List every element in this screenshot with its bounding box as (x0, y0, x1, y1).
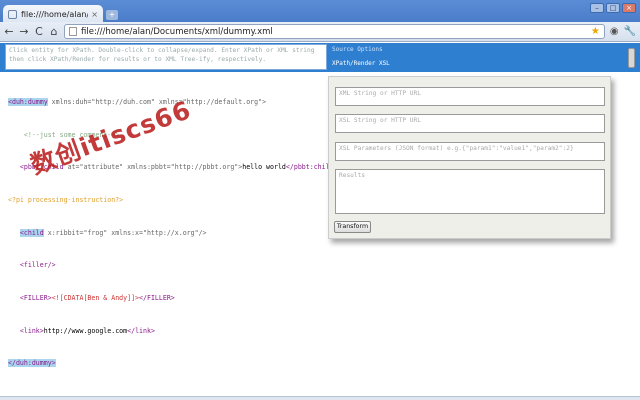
xsl-transform-panel: XML String or HTTP URL XSL String or HTT… (328, 76, 611, 239)
xpath-input[interactable]: Click entity for XPath. Double-click to … (5, 44, 327, 70)
xml-element-tag[interactable]: <filler/> (20, 261, 56, 269)
xml-tree-extension-bar: Click entity for XPath. Double-click to … (0, 43, 640, 72)
xml-processing-instruction[interactable]: <?pi processing-instruction?> (8, 196, 123, 204)
xml-attributes[interactable]: x:ribbit="frog" xmlns:x="http://x.org"/> (44, 229, 207, 237)
xml-element-tag[interactable]: <FILLER> (20, 294, 52, 302)
reload-icon[interactable]: C (34, 25, 44, 38)
maximize-icon[interactable]: □ (606, 3, 620, 13)
back-icon[interactable]: ← (4, 25, 14, 38)
page-favicon-icon (8, 9, 17, 19)
xml-line[interactable]: </duh:dummy> (8, 358, 338, 369)
xsl-source-input[interactable]: XSL String or HTTP URL (335, 114, 605, 133)
tab-close-icon[interactable]: × (91, 10, 98, 19)
url-text[interactable]: file:///home/alan/Documents/xml/dummy.xm… (81, 27, 591, 37)
window-close-icon[interactable]: × (622, 3, 636, 13)
xml-line[interactable]: <FILLER><![CDATA[Ben & Andy]]></FILLER> (8, 293, 338, 304)
xml-element-tag[interactable]: </FILLER> (139, 294, 175, 302)
xml-element-tag[interactable]: </link> (127, 327, 155, 335)
browser-tab[interactable]: file:///home/alan/Docum × (3, 5, 103, 23)
page-menu-icon[interactable]: ◉ (610, 26, 619, 37)
xml-cdata[interactable]: <![CDATA[Ben & Andy]]> (52, 294, 139, 302)
xml-text[interactable]: hello world (242, 163, 286, 171)
xml-element-tag[interactable]: <link> (20, 327, 44, 335)
window-bottom-edge (0, 396, 640, 400)
results-textarea[interactable]: Results (335, 169, 605, 214)
xml-text[interactable]: http://www.google.com (44, 327, 127, 335)
xml-element-tag[interactable]: </duh:dummy> (8, 359, 56, 368)
address-bar[interactable]: file:///home/alan/Documents/xml/dummy.xm… (64, 24, 605, 39)
browser-toolbar: ← → C ⌂ file:///home/alan/Documents/xml/… (0, 22, 640, 42)
xml-source-input[interactable]: XML String or HTTP URL (335, 87, 605, 106)
xml-line[interactable]: <?pi processing-instruction?> (8, 195, 338, 206)
bookmark-star-icon[interactable]: ★ (591, 26, 600, 37)
transform-button[interactable]: Transform (334, 221, 371, 233)
window-controls: – □ × (590, 3, 636, 13)
tab-title: file:///home/alan/Docum (21, 9, 88, 19)
new-tab-button[interactable]: + (106, 10, 118, 20)
minimize-icon[interactable]: – (590, 3, 604, 13)
xml-line[interactable]: <child x:ribbit="frog" xmlns:x="http://x… (8, 228, 338, 239)
xpath-render-xsl-link[interactable]: XPath/Render XSL (332, 60, 390, 67)
xml-element-tag[interactable]: <duh:dummy (8, 97, 48, 106)
source-options-link[interactable]: Source Options (332, 46, 383, 53)
wrench-icon[interactable]: 🔧 (624, 26, 636, 37)
xml-element-tag[interactable]: <child (19, 228, 44, 237)
extension-scrollbar[interactable] (628, 48, 635, 68)
xsl-parameters-input[interactable]: XSL Parameters (JSON format) e.g.{"param… (335, 142, 605, 161)
forward-icon[interactable]: → (19, 25, 29, 38)
xml-line[interactable]: <link>http://www.google.com</link> (8, 326, 338, 337)
page-icon (69, 27, 77, 36)
title-bar: file:///home/alan/Docum × + – □ × (0, 0, 640, 23)
xml-line[interactable]: <filler/> (8, 260, 338, 271)
xml-attributes[interactable]: at="attribute" xmlns:pbbt="http://pbbt.o… (64, 163, 243, 171)
home-icon[interactable]: ⌂ (49, 25, 59, 38)
